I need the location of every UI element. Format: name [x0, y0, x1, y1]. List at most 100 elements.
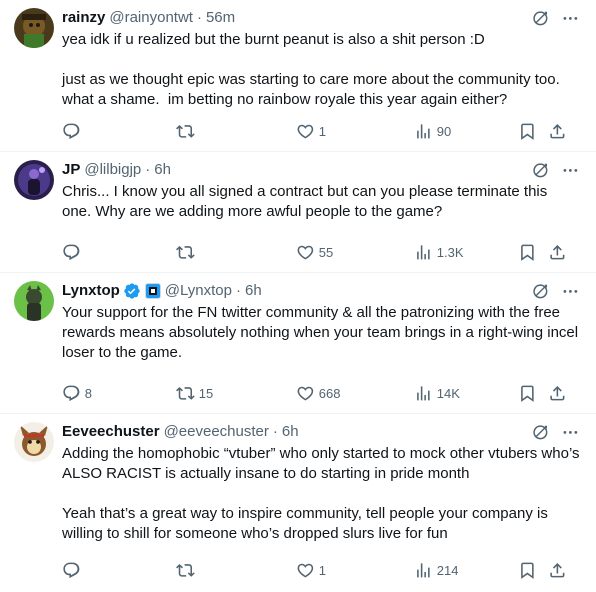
like-button[interactable]: 1	[296, 106, 326, 156]
analytics-icon	[417, 562, 430, 578]
reply-icon	[63, 123, 80, 139]
like-button[interactable]: 668	[296, 368, 340, 418]
display-name[interactable]: rainzy	[62, 8, 105, 28]
user-handle[interactable]: @lilbigjp	[84, 160, 141, 180]
tweet[interactable]: JP @lilbigjp · 6h Chris... I know you al…	[0, 152, 596, 273]
tweet[interactable]: Eeveechuster @eeveechuster · 6h Adding t…	[0, 414, 596, 592]
like-count: 1	[318, 562, 326, 578]
heart-icon	[297, 124, 314, 139]
timestamp[interactable]: 6h	[154, 160, 171, 180]
retweet-count: 15	[198, 385, 214, 401]
bookmark-icon	[521, 244, 534, 261]
share-icon	[550, 123, 565, 139]
retweet-button[interactable]: 15	[176, 368, 213, 418]
grok-icon[interactable]	[531, 423, 550, 442]
tweet-text: Your support for the FN twitter communit…	[62, 304, 583, 361]
bookmark-icon	[521, 562, 534, 579]
share-button[interactable]	[548, 106, 567, 156]
bookmark-icon	[521, 385, 534, 402]
avatar[interactable]	[14, 281, 54, 321]
reply-icon	[63, 562, 80, 578]
reply-icon	[63, 244, 80, 260]
action-bar: 8 15 668 14K	[62, 368, 580, 418]
more-options-icon[interactable]	[561, 161, 580, 180]
reply-button[interactable]	[62, 106, 85, 156]
bookmark-button[interactable]	[518, 106, 537, 156]
avatar[interactable]	[14, 8, 54, 48]
analytics-icon	[417, 123, 430, 139]
action-bar: 55 1.3K	[62, 227, 580, 277]
view-count: 214	[436, 562, 459, 578]
bookmark-button[interactable]	[518, 368, 537, 418]
retweet-button[interactable]	[176, 548, 199, 592]
avatar[interactable]	[14, 422, 54, 462]
user-handle[interactable]: @Lynxtop	[165, 281, 232, 301]
like-button[interactable]: 55	[296, 227, 333, 277]
tweet[interactable]: Lynxtop @Lynxtop · 6h Your support for t…	[0, 273, 596, 414]
separator-dot: ·	[196, 9, 202, 26]
separator-dot: ·	[272, 423, 278, 440]
analytics-icon	[417, 385, 430, 401]
reply-button[interactable]	[62, 227, 85, 277]
share-icon	[550, 385, 565, 401]
bookmark-icon	[521, 123, 534, 140]
display-name[interactable]: JP	[62, 160, 80, 180]
action-bar: 1 214	[62, 548, 580, 592]
user-handle[interactable]: @rainyontwt	[109, 8, 193, 28]
view-count: 90	[436, 123, 452, 139]
affiliate-badge-icon[interactable]	[144, 283, 161, 299]
bookmark-button[interactable]	[518, 548, 537, 592]
reply-feed: rainzy @rainyontwt · 56m yea idk if u re…	[0, 0, 596, 592]
action-bar: 1 90	[62, 106, 580, 156]
avatar[interactable]	[14, 160, 54, 200]
views-button[interactable]: 14K	[414, 368, 460, 418]
grok-icon[interactable]	[531, 161, 550, 180]
bookmark-button[interactable]	[518, 227, 537, 277]
like-count: 55	[318, 244, 334, 260]
retweet-button[interactable]	[176, 227, 199, 277]
share-button[interactable]	[548, 548, 567, 592]
share-icon	[550, 244, 565, 260]
retweet-button[interactable]	[176, 106, 199, 156]
views-button[interactable]: 214	[414, 548, 458, 592]
share-button[interactable]	[548, 227, 567, 277]
separator-dot: ·	[145, 161, 151, 178]
separator-dot: ·	[236, 282, 241, 299]
like-button[interactable]: 1	[296, 548, 326, 592]
share-button[interactable]	[548, 368, 567, 418]
tweet[interactable]: rainzy @rainyontwt · 56m yea idk if u re…	[0, 0, 596, 152]
grok-icon[interactable]	[531, 9, 550, 28]
like-count: 668	[318, 385, 341, 401]
timestamp[interactable]: 6h	[282, 422, 299, 442]
views-button[interactable]: 1.3K	[414, 227, 464, 277]
tweet-text: yea idk if u realized but the burnt pean…	[62, 31, 560, 108]
retweet-icon	[176, 386, 195, 400]
grok-icon[interactable]	[531, 282, 550, 301]
view-count: 1.3K	[436, 244, 464, 260]
tweet-text: Chris... I know you all signed a contrac…	[62, 183, 552, 220]
verified-badge-icon	[123, 282, 141, 300]
reply-count: 8	[84, 385, 92, 401]
more-options-icon[interactable]	[561, 9, 580, 28]
reply-button[interactable]: 8	[62, 368, 92, 418]
timestamp[interactable]: 56m	[206, 8, 235, 28]
display-name[interactable]: Lynxtop	[62, 281, 120, 301]
heart-icon	[297, 245, 314, 260]
view-count: 14K	[436, 385, 460, 401]
user-handle[interactable]: @eeveechuster	[164, 422, 269, 442]
more-options-icon[interactable]	[561, 282, 580, 301]
more-options-icon[interactable]	[561, 423, 580, 442]
like-count: 1	[318, 123, 326, 139]
display-name[interactable]: Eeveechuster	[62, 422, 160, 442]
views-button[interactable]: 90	[414, 106, 451, 156]
share-icon	[550, 562, 565, 578]
reply-button[interactable]	[62, 548, 85, 592]
tweet-text: Adding the homophobic “vtuber” who only …	[62, 445, 580, 542]
heart-icon	[297, 386, 314, 401]
reply-icon	[63, 385, 80, 401]
timestamp[interactable]: 6h	[245, 281, 262, 301]
retweet-icon	[176, 245, 195, 259]
analytics-icon	[417, 244, 430, 260]
heart-icon	[297, 563, 314, 578]
retweet-icon	[176, 124, 195, 138]
